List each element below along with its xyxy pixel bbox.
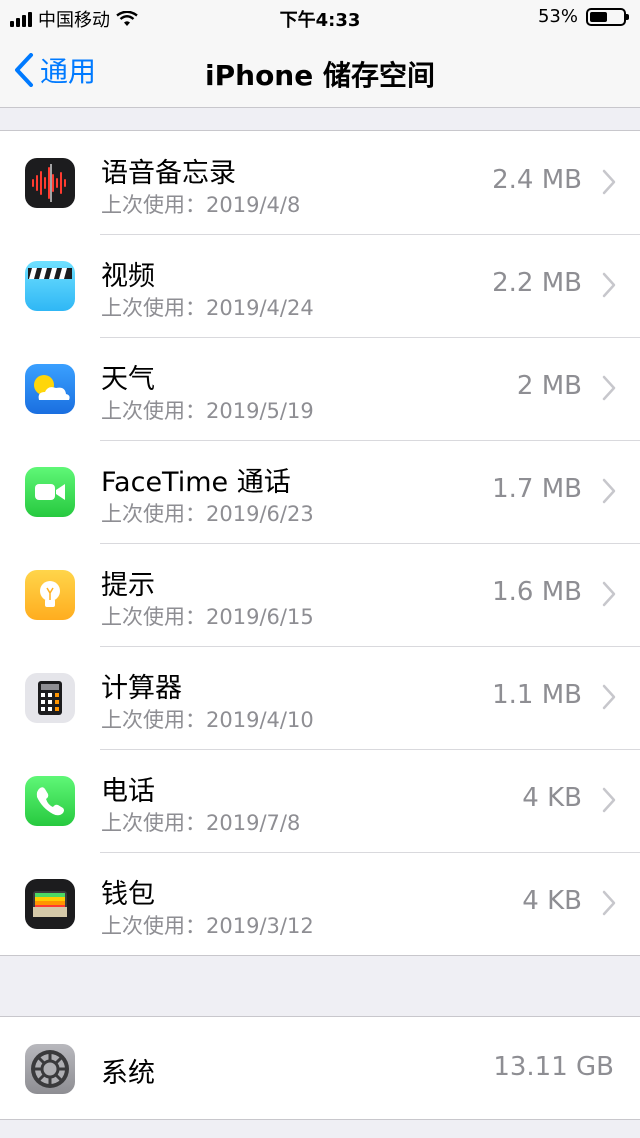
app-storage-list: 语音备忘录 上次使用：2019/4/8 2.4 MB 视频 上次使用：2019/… — [0, 130, 640, 956]
app-size: 2 MB — [516, 371, 582, 401]
videos-icon — [25, 261, 75, 311]
last-used-label: 上次使用： — [101, 296, 206, 320]
wallet-icon — [25, 879, 75, 929]
last-used-date: 2019/4/24 — [206, 296, 314, 320]
last-used: 上次使用：2019/4/24 — [101, 292, 314, 322]
last-used-label: 上次使用： — [101, 605, 206, 629]
status-bar: 中国移动 下午4:33 53% — [0, 0, 640, 36]
chevron-right-icon — [602, 169, 616, 195]
chevron-right-icon — [602, 581, 616, 607]
last-used-date: 2019/4/10 — [206, 708, 314, 732]
status-right: 53% — [537, 6, 629, 27]
battery-percent: 53% — [537, 6, 578, 27]
app-size: 4 KB — [522, 783, 582, 813]
app-size: 2.4 MB — [492, 165, 582, 195]
last-used: 上次使用：2019/4/10 — [101, 704, 314, 734]
list-item[interactable]: 天气 上次使用：2019/5/19 2 MB — [0, 337, 640, 440]
chevron-right-icon — [602, 890, 616, 916]
app-name: 天气 — [101, 364, 155, 395]
app-name: FaceTime 通话 — [101, 467, 291, 498]
settings-gear-icon — [25, 1044, 75, 1094]
last-used-date: 2019/5/19 — [206, 399, 314, 423]
last-used: 上次使用：2019/6/15 — [101, 601, 314, 631]
chevron-right-icon — [602, 375, 616, 401]
last-used-label: 上次使用： — [101, 399, 206, 423]
navigation-bar: 通用 iPhone 储存空间 — [0, 36, 640, 108]
page-title: iPhone 储存空间 — [205, 59, 435, 92]
app-size: 4 KB — [522, 886, 582, 916]
facetime-icon — [25, 467, 75, 517]
last-used-label: 上次使用： — [101, 502, 206, 526]
battery-icon — [586, 7, 629, 26]
phone-icon — [25, 776, 75, 826]
weather-icon — [25, 364, 75, 414]
tips-icon — [25, 570, 75, 620]
app-name: 提示 — [101, 570, 155, 601]
last-used-label: 上次使用： — [101, 193, 206, 217]
last-used-label: 上次使用： — [101, 811, 206, 835]
chevron-right-icon — [602, 478, 616, 504]
last-used: 上次使用：2019/6/23 — [101, 498, 314, 528]
list-item[interactable]: 视频 上次使用：2019/4/24 2.2 MB — [0, 234, 640, 337]
list-item[interactable]: 电话 上次使用：2019/7/8 4 KB — [0, 749, 640, 852]
system-label: 系统 — [101, 1058, 155, 1089]
chevron-right-icon — [602, 787, 616, 813]
last-used-date: 2019/3/12 — [206, 914, 314, 938]
chevron-right-icon — [602, 272, 616, 298]
app-size: 1.6 MB — [492, 577, 582, 607]
list-item[interactable]: 钱包 上次使用：2019/3/12 4 KB — [0, 852, 640, 955]
app-name: 电话 — [101, 776, 155, 807]
app-name: 语音备忘录 — [101, 158, 236, 189]
app-name: 钱包 — [101, 879, 155, 910]
list-item[interactable]: 提示 上次使用：2019/6/15 1.6 MB — [0, 543, 640, 646]
last-used-date: 2019/4/8 — [206, 193, 301, 217]
last-used: 上次使用：2019/5/19 — [101, 395, 314, 425]
last-used-label: 上次使用： — [101, 708, 206, 732]
last-used-date: 2019/7/8 — [206, 811, 301, 835]
last-used: 上次使用：2019/3/12 — [101, 910, 314, 940]
last-used-date: 2019/6/23 — [206, 502, 314, 526]
last-used-date: 2019/6/15 — [206, 605, 314, 629]
app-size: 2.2 MB — [492, 268, 582, 298]
system-size: 13.11 GB — [493, 1052, 614, 1082]
app-size: 1.1 MB — [492, 680, 582, 710]
calculator-icon — [25, 673, 75, 723]
chevron-right-icon — [602, 684, 616, 710]
app-size: 1.7 MB — [492, 474, 582, 504]
list-item[interactable]: 计算器 上次使用：2019/4/10 1.1 MB — [0, 646, 640, 749]
list-item[interactable]: FaceTime 通话 上次使用：2019/6/23 1.7 MB — [0, 440, 640, 543]
list-item[interactable]: 语音备忘录 上次使用：2019/4/8 2.4 MB — [0, 131, 640, 234]
system-storage-row: 系统 13.11 GB — [0, 1016, 640, 1120]
voice-memos-icon — [25, 158, 75, 208]
app-name: 计算器 — [101, 673, 182, 704]
last-used: 上次使用：2019/7/8 — [101, 807, 300, 837]
last-used-label: 上次使用： — [101, 914, 206, 938]
last-used: 上次使用：2019/4/8 — [101, 189, 300, 219]
app-name: 视频 — [101, 261, 155, 292]
